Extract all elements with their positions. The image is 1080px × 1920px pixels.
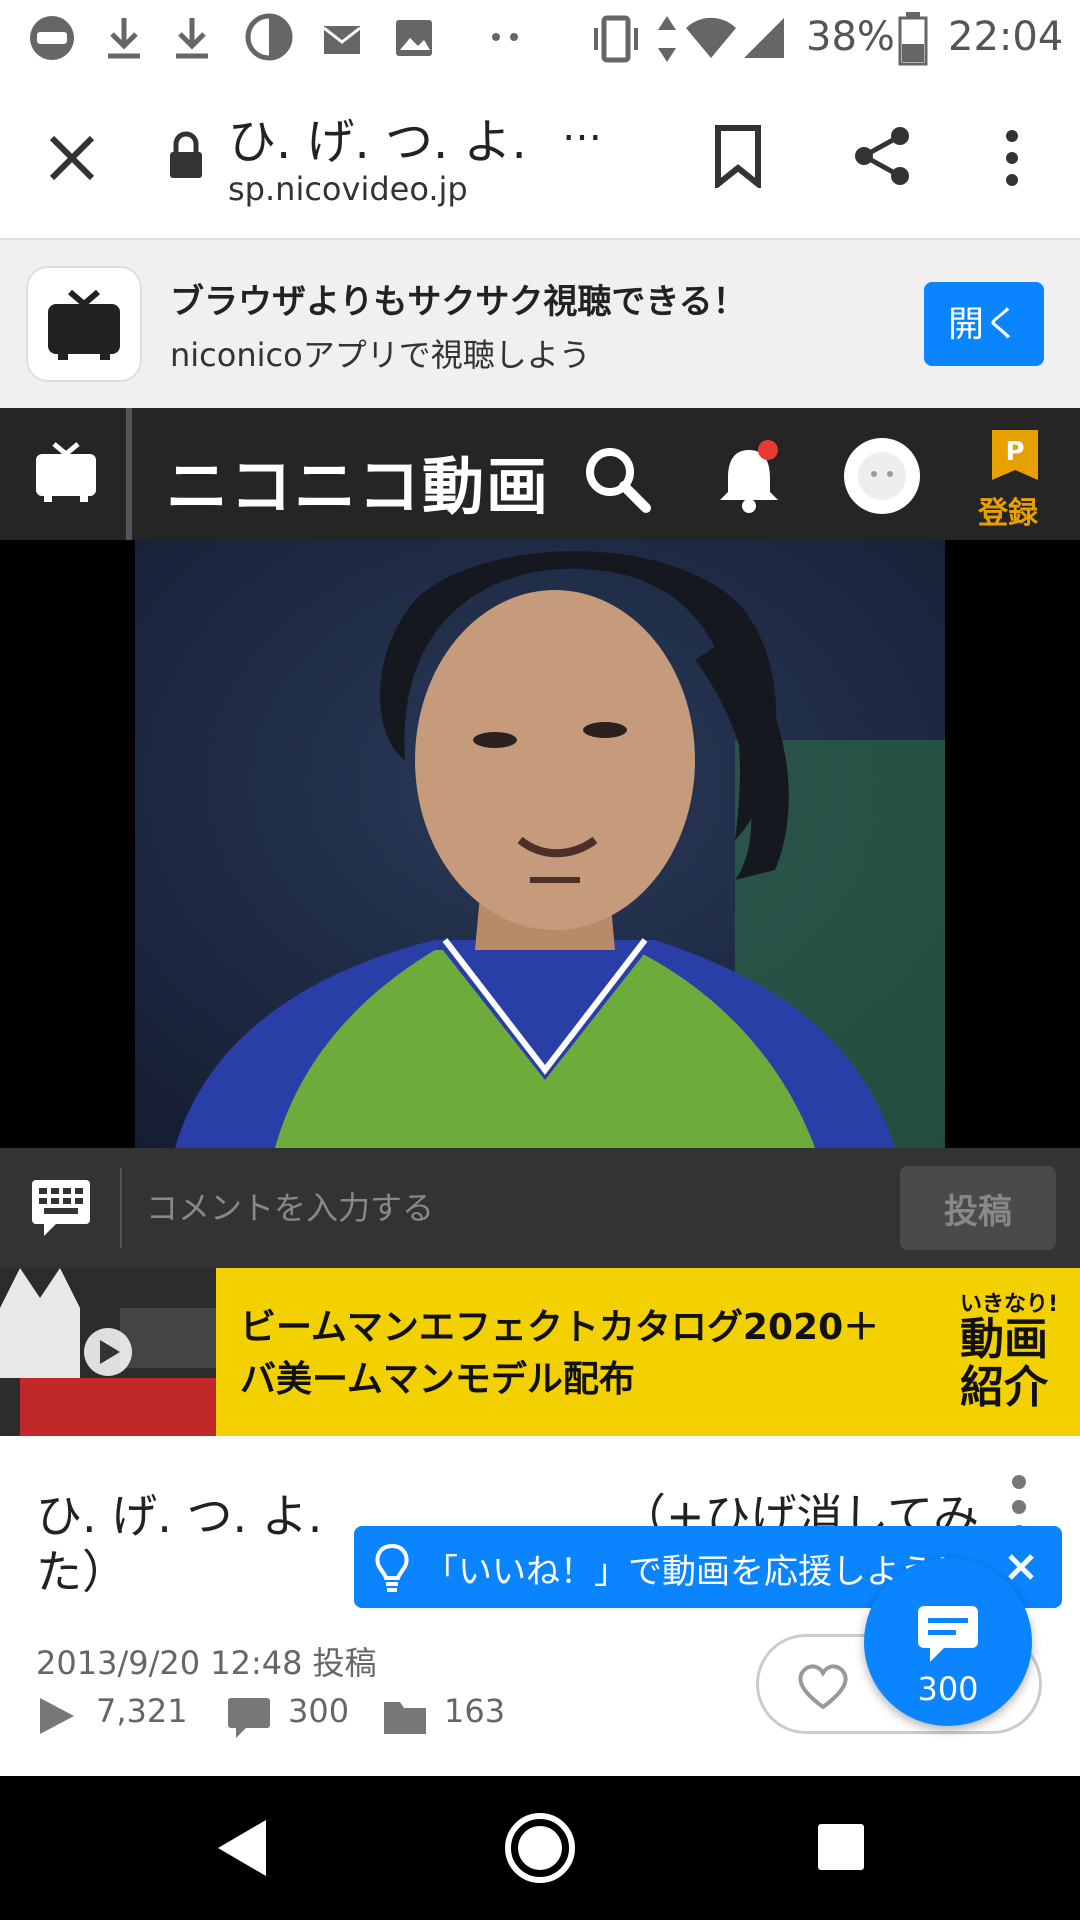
premium-badge-icon[interactable]: P	[990, 428, 1040, 482]
more-dots-icon	[492, 33, 518, 41]
close-icon[interactable]	[44, 130, 100, 186]
tooltip-close-icon[interactable]	[1006, 1552, 1036, 1582]
tv-icon	[48, 289, 120, 360]
page-url: sp.nicovideo.jp	[228, 170, 468, 208]
app-icon[interactable]	[26, 266, 142, 382]
ad-banner[interactable]: ビームマンエフェクトカタログ2020＋ バ美ームマンモデル配布 いきなり! 動画…	[0, 1268, 1080, 1436]
system-nav-bar	[0, 1776, 1080, 1920]
battery-icon	[898, 12, 928, 66]
search-icon[interactable]	[582, 444, 652, 514]
keyboard-comment-icon[interactable]	[30, 1178, 92, 1238]
data-arrows-icon	[658, 16, 676, 62]
comment-input[interactable]	[146, 1174, 886, 1242]
share-icon[interactable]	[852, 124, 914, 188]
recents-icon[interactable]	[816, 1822, 866, 1872]
ad-tag-big: 動画紹介	[960, 1314, 1048, 1413]
app-promo-banner: ブラウザよりもサクサク視聴できる！ niconicoアプリで視聴しよう 開く	[0, 240, 1080, 408]
heart-icon	[798, 1664, 848, 1709]
open-app-button[interactable]: 開く	[924, 282, 1044, 366]
comment-count: 300	[288, 1692, 350, 1730]
clock: 22:04	[948, 14, 1064, 60]
comment-fab[interactable]: 300	[864, 1558, 1032, 1726]
status-bar: 38% 22:04	[0, 0, 1080, 78]
page-title: ひ. げ. つ. よ.	[228, 114, 527, 170]
post-comment-button[interactable]: 投稿	[900, 1166, 1056, 1250]
back-icon[interactable]	[214, 1816, 270, 1880]
posted-date: 2013/9/20 12:48 投稿	[36, 1644, 377, 1682]
site-header: ニコニコ動画 P 登録	[0, 408, 1080, 540]
download-icon	[108, 18, 140, 59]
line-icon	[30, 16, 74, 60]
ad-line-1: ビームマンエフェクトカタログ2020＋	[240, 1307, 880, 1348]
comment-bar: 投稿	[0, 1148, 1080, 1268]
wifi-icon	[686, 17, 736, 59]
title-ellipsis: …	[562, 104, 602, 150]
bookmark-icon[interactable]	[712, 124, 764, 188]
ad-thumbnail-image	[0, 1268, 216, 1436]
video-still-image	[135, 540, 945, 1148]
tv-menu-icon[interactable]	[34, 440, 98, 506]
notification-bell-icon[interactable]	[716, 440, 782, 514]
comment-list-icon	[918, 1606, 978, 1662]
data-saver-icon	[245, 13, 293, 61]
video-title-part-3: た）	[36, 1545, 128, 1599]
promo-subline: niconicoアプリで視聴しよう	[170, 336, 591, 374]
image-icon	[396, 20, 432, 56]
ad-line-2: バ美ームマンモデル配布	[240, 1359, 635, 1400]
ad-thumbnail[interactable]	[0, 1268, 216, 1436]
battery-percent: 38%	[806, 14, 895, 60]
browser-toolbar: ひ. げ. つ. よ. … sp.nicovideo.jp	[0, 78, 1080, 240]
register-label[interactable]: 登録	[978, 488, 1038, 532]
comment-divider	[120, 1168, 122, 1248]
comment-count-icon	[228, 1698, 270, 1738]
lightbulb-icon	[375, 1543, 409, 1592]
mylist-folder-icon	[384, 1702, 426, 1734]
vibrate-icon	[594, 15, 638, 63]
play-count-icon	[40, 1698, 74, 1734]
video-player[interactable]	[0, 540, 1080, 1148]
mail-icon	[323, 26, 361, 54]
mylist-count: 163	[444, 1692, 506, 1730]
home-icon[interactable]	[504, 1812, 576, 1884]
signal-icon	[744, 18, 784, 58]
fab-comment-count: 300	[917, 1670, 979, 1708]
download-icon	[176, 18, 208, 59]
header-divider	[126, 408, 132, 540]
video-frame	[135, 540, 945, 1148]
view-count: 7,321	[96, 1692, 188, 1730]
premium-badge-letter: P	[1005, 437, 1024, 467]
promo-headline: ブラウザよりもサクサク視聴できる！	[170, 282, 747, 322]
lock-icon	[170, 131, 202, 178]
overflow-menu-icon[interactable]	[1000, 128, 1024, 188]
site-logo[interactable]: ニコニコ動画	[166, 436, 550, 526]
avatar[interactable]	[842, 436, 922, 516]
